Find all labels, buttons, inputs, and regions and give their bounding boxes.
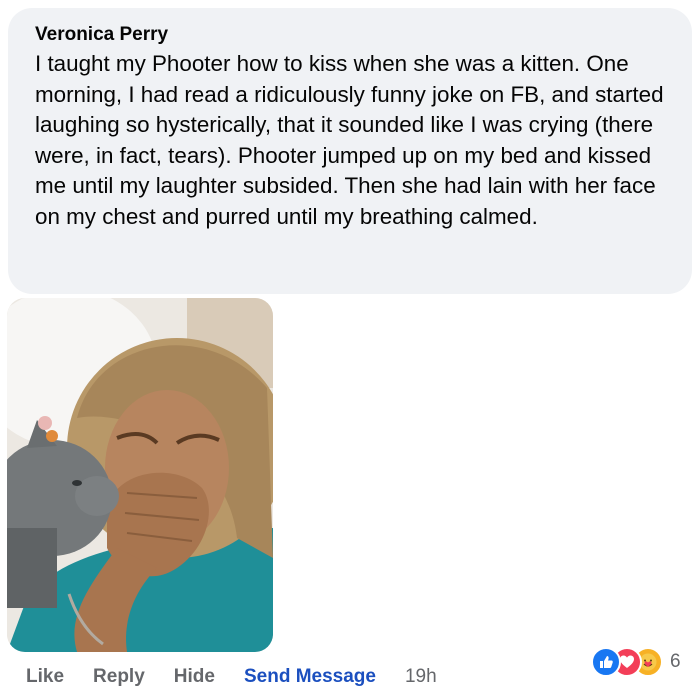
comment-actions: Like Reply Hide Send Message 19h [26,664,437,690]
like-icon [591,647,621,677]
reaction-summary[interactable]: 6 [591,647,681,677]
timestamp[interactable]: 19h [405,666,437,688]
comment-bubble: Veronica Perry I taught my Phooter how t… [8,8,692,294]
comment-author[interactable]: Veronica Perry [35,23,672,47]
comment-text: I taught my Phooter how to kiss when she… [35,51,664,229]
comment-photo[interactable] [7,298,273,652]
reaction-count: 6 [670,651,681,672]
send-message-link[interactable]: Send Message [244,666,376,688]
photo-woman-with-cat [7,298,273,652]
hide-link[interactable]: Hide [174,666,215,688]
reply-link[interactable]: Reply [93,666,145,688]
like-link[interactable]: Like [26,666,64,688]
